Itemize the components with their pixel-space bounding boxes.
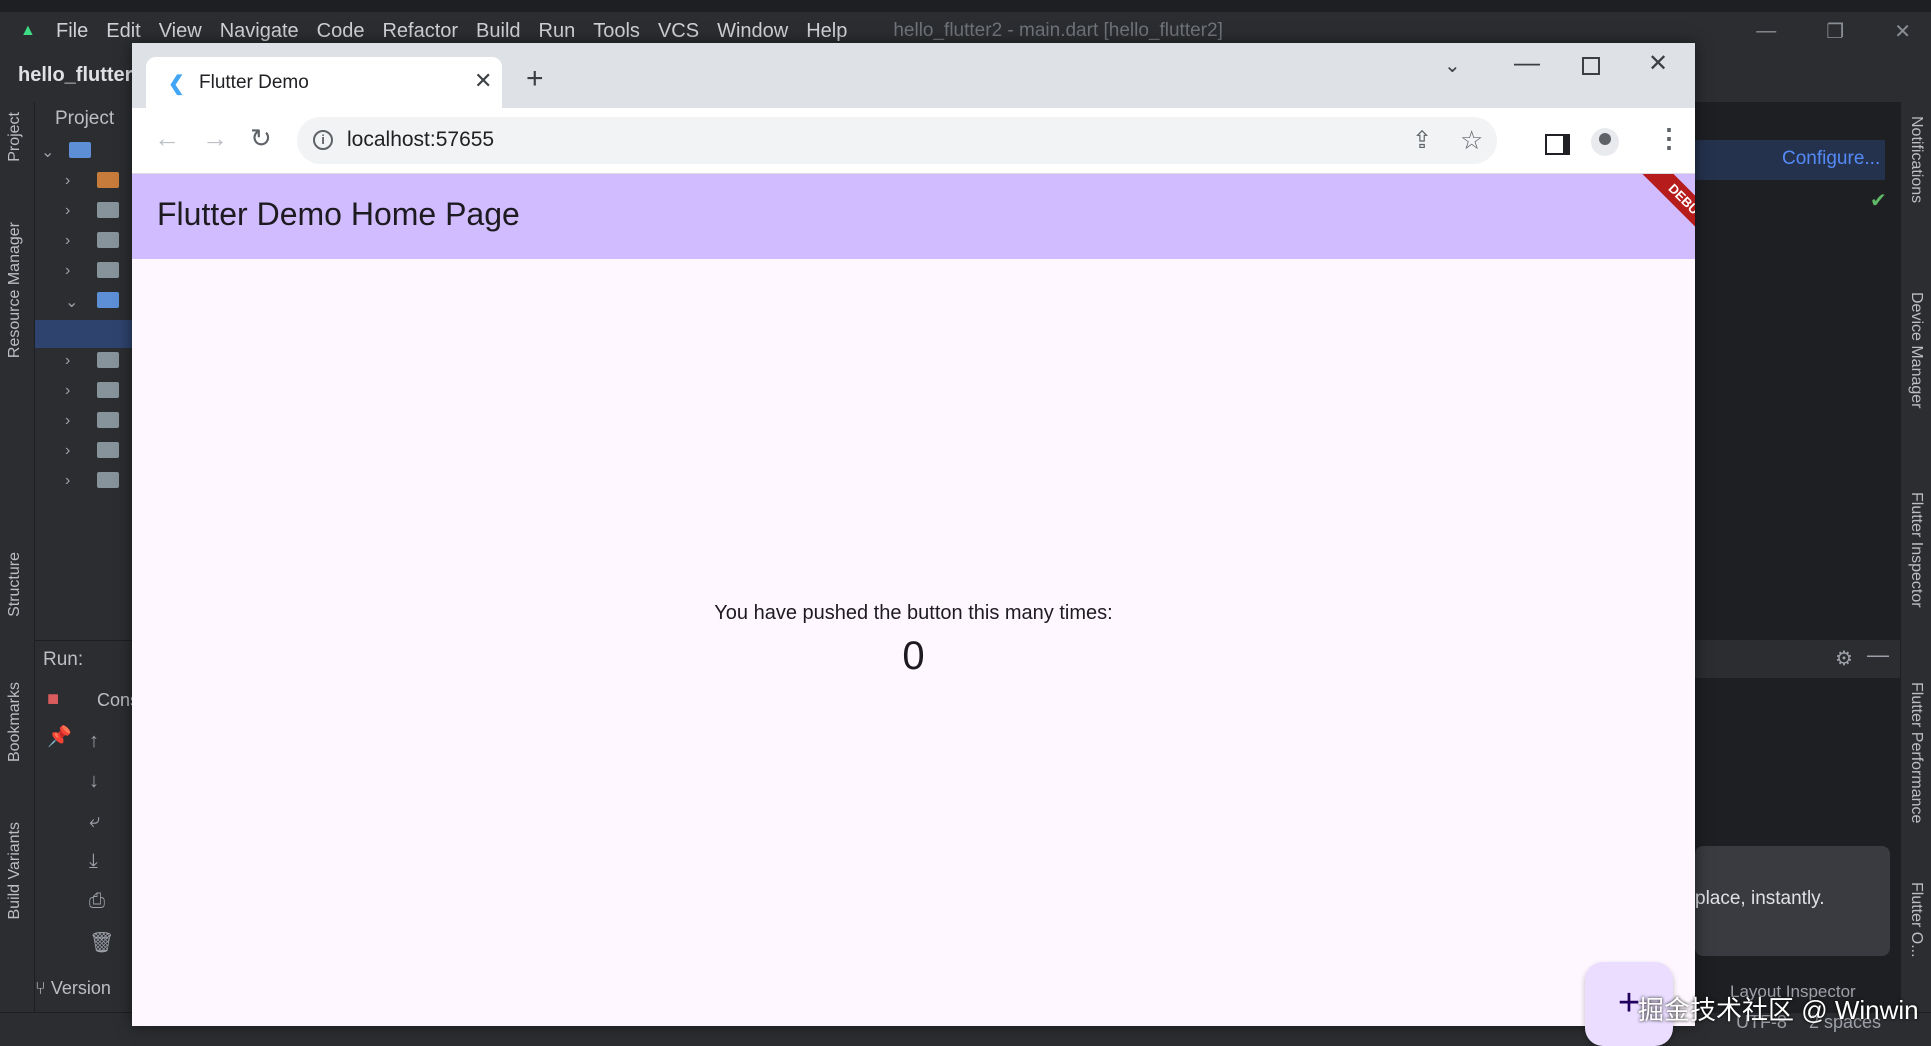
watermark: 掘金技术社区 @ Winwin	[1638, 995, 1919, 1025]
back-icon[interactable]: ←	[154, 125, 180, 151]
tool-tab-flutter-outline[interactable]: Flutter O...	[1907, 882, 1925, 958]
arrow-down-icon[interactable]: ↓	[89, 770, 99, 793]
counter-label: You have pushed the button this many tim…	[714, 602, 1113, 624]
address-bar[interactable]: i localhost:57655 ⇪ ☆	[297, 117, 1497, 164]
browser-window: ❮ Flutter Demo ✕ + ⌄ — ✕ ← → ↻ i localho…	[132, 43, 1695, 1046]
browser-minimize-icon[interactable]: —	[1514, 47, 1540, 78]
ide-window-title: hello_flutter2 - main.dart [hello_flutte…	[893, 20, 1223, 41]
tree-row[interactable]: ›	[35, 202, 135, 232]
project-panel-title[interactable]: Project	[55, 108, 114, 130]
tree-row[interactable]: ›	[35, 262, 135, 292]
browser-maximize-icon[interactable]	[1582, 57, 1600, 75]
tab-close-icon[interactable]: ✕	[474, 68, 492, 94]
menu-view[interactable]: View	[159, 20, 202, 43]
tool-tab-project[interactable]: Project	[6, 112, 24, 162]
trash-icon[interactable]: 🗑	[89, 930, 114, 955]
tree-row[interactable]: ›	[35, 472, 135, 502]
tool-tab-device-manager[interactable]: Device Manager	[1907, 292, 1925, 409]
ide-window-controls: — ❐ ✕	[1756, 12, 1931, 50]
close-icon[interactable]: ✕	[1894, 19, 1911, 44]
tool-tab-flutter-performance[interactable]: Flutter Performance	[1907, 682, 1925, 823]
counter-value: 0	[902, 634, 925, 678]
tool-tab-structure[interactable]: Structure	[6, 552, 24, 617]
profile-avatar-icon[interactable]	[1591, 128, 1619, 156]
debug-banner: DEBUG	[1633, 174, 1695, 257]
menu-run[interactable]: Run	[539, 20, 576, 43]
tool-tab-build-variants[interactable]: Build Variants	[6, 822, 24, 920]
tree-row[interactable]: ›	[35, 382, 135, 412]
print-icon[interactable]: ⎙	[89, 890, 105, 913]
tool-tab-flutter-inspector[interactable]: Flutter Inspector	[1907, 492, 1925, 608]
check-icon: ✔	[1870, 190, 1887, 212]
menu-vcs[interactable]: VCS	[658, 20, 699, 43]
url-text[interactable]: localhost:57655	[347, 128, 494, 152]
tab-search-chevron-icon[interactable]: ⌄	[1444, 53, 1461, 78]
browser-toolbar: ← → ↻ i localhost:57655 ⇪ ☆ ⋮	[132, 108, 1695, 174]
menu-navigate[interactable]: Navigate	[220, 20, 299, 43]
menu-window[interactable]: Window	[717, 20, 788, 43]
reload-icon[interactable]: ↻	[250, 125, 272, 151]
flutter-app-bar: Flutter Demo Home Page DEBUG	[132, 174, 1695, 259]
right-tool-stripe: Notifications Device Manager Flutter Ins…	[1900, 102, 1931, 1042]
left-tool-stripe: Project Resource Manager Structure Bookm…	[0, 102, 35, 1042]
branch-icon: ⑂	[35, 978, 51, 998]
run-tool-header: Run:	[35, 640, 135, 679]
side-panel-icon[interactable]	[1545, 134, 1570, 155]
tree-row-selected[interactable]	[35, 320, 135, 348]
tool-tab-notifications[interactable]: Notifications	[1907, 116, 1925, 203]
arrow-up-icon[interactable]: ↑	[89, 730, 99, 753]
browser-tab[interactable]: ❮ Flutter Demo ✕	[146, 57, 502, 108]
version-control-tab[interactable]: ⑂ Version	[35, 978, 111, 999]
menu-refactor[interactable]: Refactor	[382, 20, 458, 43]
site-info-icon[interactable]: i	[313, 130, 333, 150]
tool-tab-resource-manager[interactable]: Resource Manager	[6, 222, 24, 358]
tree-row[interactable]: ›	[35, 232, 135, 262]
pin-icon[interactable]: 📌	[47, 724, 72, 749]
scroll-to-end-icon[interactable]: ⤓	[89, 850, 98, 873]
configure-link[interactable]: Configure...	[1782, 148, 1880, 170]
ide-top-strip	[0, 0, 1931, 12]
tree-row[interactable]: ⌄	[35, 142, 135, 172]
restore-icon[interactable]: ❐	[1826, 19, 1844, 44]
project-name: hello_flutter2	[18, 64, 144, 86]
minimize-icon[interactable]: —	[1756, 20, 1776, 43]
flutter-favicon-icon: ❮	[168, 73, 185, 95]
project-tree-panel: Project ⌄ › › › › ⌄ › › › › ›	[35, 102, 135, 632]
android-studio-icon: ▲	[20, 22, 36, 39]
menu-edit[interactable]: Edit	[106, 20, 140, 43]
browser-tab-strip: ❮ Flutter Demo ✕ + ⌄ — ✕	[132, 43, 1695, 108]
run-header-right: ⚙ —	[1695, 640, 1900, 678]
browser-close-icon[interactable]: ✕	[1648, 49, 1668, 78]
menu-code[interactable]: Code	[317, 20, 365, 43]
share-icon[interactable]: ⇪	[1412, 126, 1432, 155]
menu-help[interactable]: Help	[806, 20, 847, 43]
tree-row[interactable]: ⌄	[35, 292, 135, 322]
run-tool-actions: ■ Cons 📌 ↑ ↓ ⤶ ⤓ ⎙ 🗑	[35, 680, 139, 980]
forward-icon[interactable]: →	[202, 125, 228, 151]
gear-icon[interactable]: ⚙	[1835, 646, 1853, 671]
tool-tab-bookmarks[interactable]: Bookmarks	[6, 682, 24, 762]
tree-row[interactable]: ›	[35, 442, 135, 472]
bookmark-star-icon[interactable]: ☆	[1460, 125, 1483, 156]
version-label: Version	[50, 978, 111, 998]
notification-text: place, instantly.	[1695, 888, 1825, 909]
run-label: Run:	[43, 649, 84, 670]
stop-icon[interactable]: ■	[47, 688, 59, 711]
new-tab-icon[interactable]: +	[526, 64, 544, 94]
menu-tools[interactable]: Tools	[593, 20, 640, 43]
app-bar-title: Flutter Demo Home Page	[157, 196, 520, 232]
tree-row[interactable]: ›	[35, 412, 135, 442]
soft-wrap-icon[interactable]: ⤶	[89, 810, 100, 833]
tab-title: Flutter Demo	[199, 72, 309, 93]
menu-file[interactable]: File	[56, 20, 88, 43]
menu-build[interactable]: Build	[476, 20, 520, 43]
tree-row[interactable]: ›	[35, 172, 135, 202]
minimize-panel-icon[interactable]: —	[1867, 642, 1889, 668]
tree-row[interactable]: ›	[35, 352, 135, 382]
flutter-page-body: You have pushed the button this many tim…	[132, 259, 1695, 1046]
browser-menu-icon[interactable]: ⋮	[1656, 123, 1682, 154]
